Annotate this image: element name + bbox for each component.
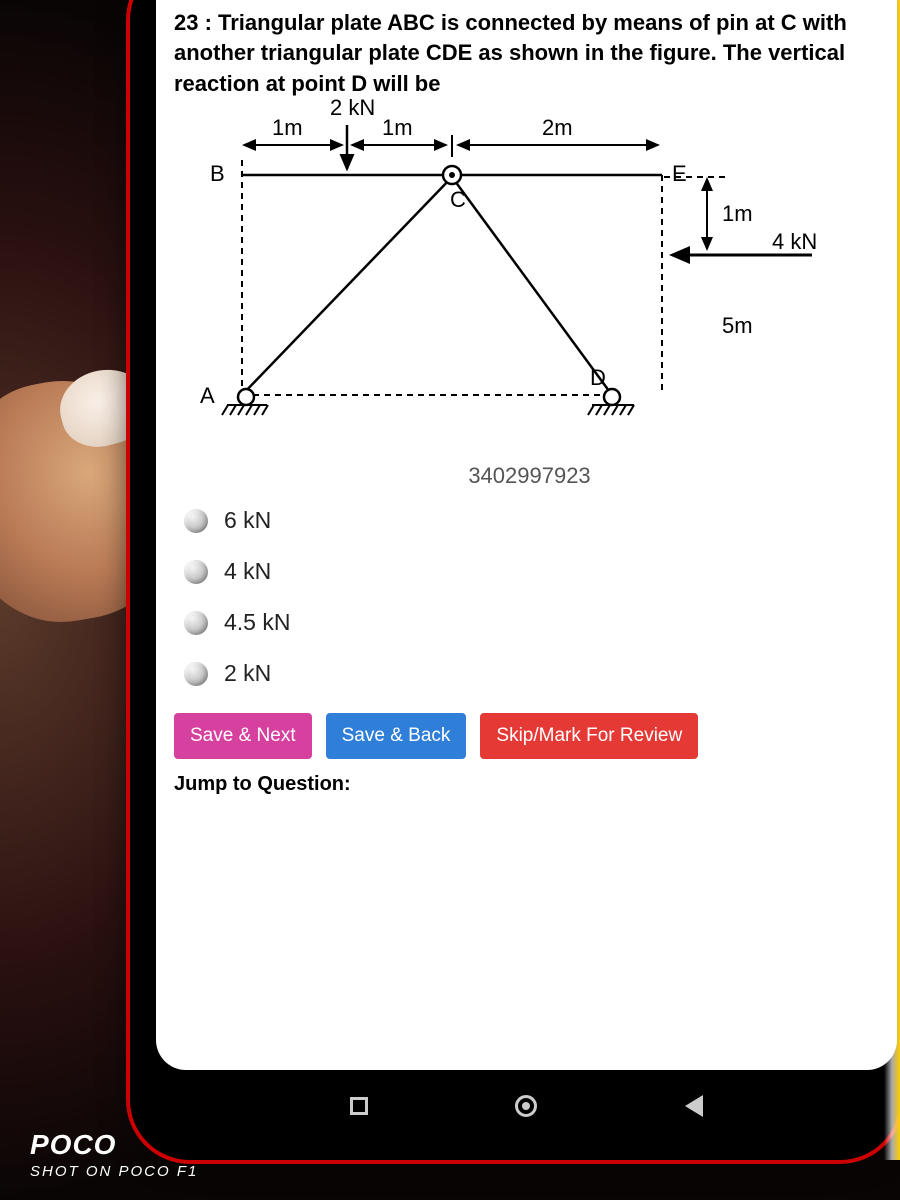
point-B: B <box>210 161 225 187</box>
dim-1m-right: 1m <box>722 201 753 227</box>
watermark-number: 3402997923 <box>174 463 885 489</box>
point-A: A <box>200 383 215 409</box>
dim-5m: 5m <box>722 313 753 339</box>
screen: Please Rotate the Device to view Questio… <box>156 0 897 1070</box>
button-row: Save & Next Save & Back Skip/Mark For Re… <box>174 713 885 759</box>
force-right-label: 4 kN <box>772 229 817 255</box>
radio-icon <box>184 560 208 584</box>
save-back-button[interactable]: Save & Back <box>326 713 467 759</box>
diagram-svg <box>172 105 872 455</box>
dim-2m: 2m <box>542 115 573 141</box>
point-C: C <box>450 187 466 213</box>
option-label: 6 kN <box>224 507 271 534</box>
android-navbar <box>156 1076 897 1136</box>
options-group: 6 kN 4 kN 4.5 kN 2 kN <box>184 507 885 687</box>
question-text: 23 : Triangular plate ABC is connected b… <box>174 8 885 99</box>
radio-icon <box>184 509 208 533</box>
home-icon[interactable] <box>515 1095 537 1117</box>
radio-icon <box>184 662 208 686</box>
camera-watermark: POCO SHOT ON POCO F1 <box>30 1129 198 1180</box>
option-3[interactable]: 4.5 kN <box>184 609 885 636</box>
option-label: 2 kN <box>224 660 271 687</box>
save-next-button[interactable]: Save & Next <box>174 713 312 759</box>
radio-icon <box>184 611 208 635</box>
point-D: D <box>590 365 606 391</box>
phone-frame: Please Rotate the Device to view Questio… <box>130 0 900 1160</box>
brand-title: POCO <box>30 1129 198 1161</box>
question-diagram: 2 kN 1m 1m 2m B E C 1m 4 kN 5m A D <box>172 105 872 455</box>
option-4[interactable]: 2 kN <box>184 660 885 687</box>
skip-button[interactable]: Skip/Mark For Review <box>480 713 698 759</box>
option-label: 4.5 kN <box>224 609 290 636</box>
jump-to-question-label: Jump to Question: <box>174 773 885 796</box>
option-2[interactable]: 4 kN <box>184 558 885 585</box>
option-label: 4 kN <box>224 558 271 585</box>
brand-sub: SHOT ON POCO F1 <box>30 1163 198 1180</box>
point-E: E <box>672 161 687 187</box>
back-icon[interactable] <box>685 1095 703 1117</box>
force-top-label: 2 kN <box>330 95 375 121</box>
option-1[interactable]: 6 kN <box>184 507 885 534</box>
dim-1m-a: 1m <box>272 115 303 141</box>
dim-1m-b: 1m <box>382 115 413 141</box>
recent-apps-icon[interactable] <box>350 1097 368 1115</box>
